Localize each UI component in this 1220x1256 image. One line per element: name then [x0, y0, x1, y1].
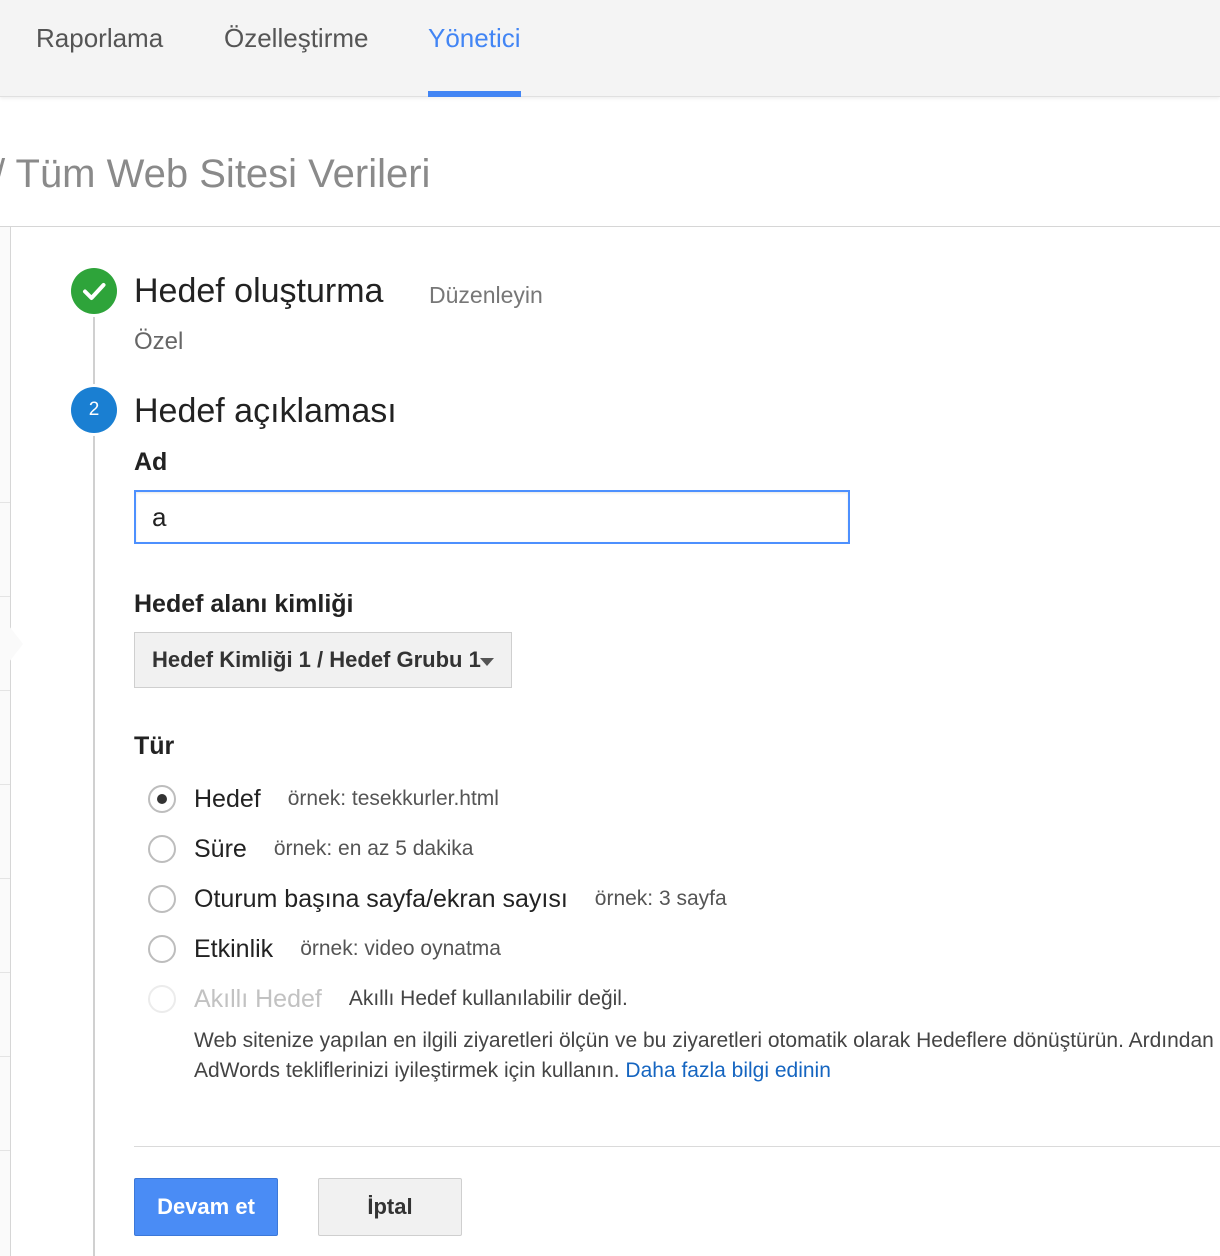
steps-timeline: [93, 290, 95, 1256]
type-option-hint: örnek: 3 sayfa: [594, 887, 727, 910]
type-option-duration[interactable]: Süre örnek: en az 5 dakika: [148, 832, 473, 866]
step2-number-badge: 2: [71, 387, 117, 433]
goal-id-label: Hedef alanı kimliği: [134, 590, 354, 618]
smart-goal-description: Web sitenize yapılan en ilgili ziyaretle…: [194, 1026, 1220, 1086]
radio-button[interactable]: [148, 885, 176, 913]
continue-button-label: Devam et: [157, 1194, 255, 1219]
left-panel-divider: [0, 502, 10, 503]
goal-id-selected-value: Hedef Kimliği 1 / Hedef Grubu 1: [152, 647, 481, 672]
continue-button[interactable]: Devam et: [134, 1178, 278, 1236]
radio-button-checked[interactable]: [148, 785, 176, 813]
type-label: Tür: [134, 732, 175, 760]
active-tab-indicator: [428, 91, 521, 97]
tab-label: Raporlama: [36, 23, 164, 53]
type-option-hint: örnek: en az 5 dakika: [273, 837, 474, 860]
type-option-label: Süre: [194, 834, 247, 863]
goal-id-dropdown[interactable]: Hedef Kimliği 1 / Hedef Grubu 1: [134, 632, 512, 688]
radio-button[interactable]: [148, 935, 176, 963]
left-panel-divider: [0, 972, 10, 973]
tab-admin[interactable]: Yönetici: [428, 0, 521, 97]
actions-divider: [134, 1146, 1220, 1147]
left-panel-edge: [0, 227, 11, 1256]
type-option-hint: örnek: tesekkurler.html: [287, 787, 499, 810]
left-panel-divider: [0, 596, 10, 597]
chevron-down-icon: [480, 658, 494, 666]
type-option-label: Hedef: [194, 784, 261, 813]
step-complete-check-icon: [71, 268, 117, 314]
step2-title: Hedef açıklaması: [134, 392, 397, 430]
tab-label: Özelleştirme: [224, 23, 369, 53]
cancel-button-label: İptal: [367, 1194, 413, 1219]
tab-customization[interactable]: Özelleştirme: [224, 0, 368, 96]
type-option-hint: Akıllı Hedef kullanılabilir değil.: [348, 987, 628, 1010]
type-option-pages-per-session[interactable]: Oturum başına sayfa/ekran sayısı örnek: …: [148, 882, 727, 916]
header-divider: [0, 226, 1220, 227]
left-panel-divider: [0, 784, 10, 785]
top-navigation: Raporlama Özelleştirme Yönetici: [0, 0, 1220, 97]
breadcrumb: / Tüm Web Sitesi Verileri: [0, 152, 431, 196]
step1-edit-link[interactable]: Düzenleyin: [429, 282, 543, 309]
goal-name-input[interactable]: [134, 490, 850, 544]
type-option-hint: örnek: video oynatma: [300, 937, 501, 960]
left-panel-divider: [0, 1056, 10, 1057]
step1-title: Hedef oluşturma: [134, 272, 384, 310]
radio-button-disabled: [148, 985, 176, 1013]
left-panel-divider: [0, 1150, 10, 1151]
left-panel-pointer: [9, 626, 23, 662]
learn-more-link[interactable]: Daha fazla bilgi edinin: [625, 1059, 830, 1082]
type-option-label: Akıllı Hedef: [194, 984, 322, 1013]
radio-button[interactable]: [148, 835, 176, 863]
tab-label: Yönetici: [428, 23, 521, 53]
checkmark-icon: [83, 283, 106, 300]
type-option-smart-goal: Akıllı Hedef Akıllı Hedef kullanılabilir…: [148, 982, 628, 1016]
name-label: Ad: [134, 448, 168, 476]
left-panel-divider: [0, 878, 10, 879]
type-option-destination[interactable]: Hedef örnek: tesekkurler.html: [148, 782, 499, 816]
cancel-button[interactable]: İptal: [318, 1178, 462, 1236]
type-option-label: Etkinlik: [194, 934, 274, 963]
tab-reporting[interactable]: Raporlama: [36, 0, 163, 96]
type-option-label: Oturum başına sayfa/ekran sayısı: [194, 884, 568, 913]
type-option-event[interactable]: Etkinlik örnek: video oynatma: [148, 932, 501, 966]
left-panel-divider: [0, 690, 10, 691]
step1-summary: Özel: [134, 328, 184, 355]
